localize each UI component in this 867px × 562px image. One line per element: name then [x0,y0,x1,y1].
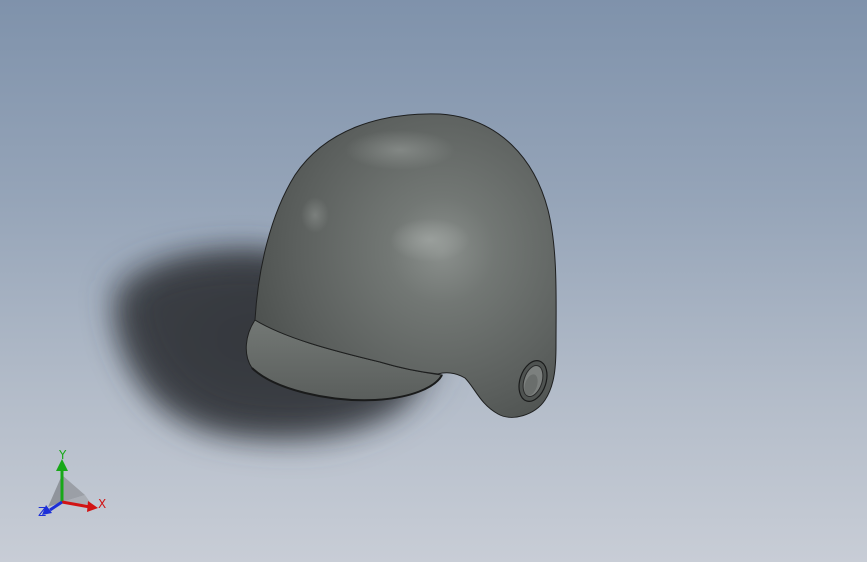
model-scene [109,113,557,450]
x-axis-arrow-icon [87,501,98,512]
graphics-viewport[interactable]: X Y Z [0,0,867,562]
helmet-model[interactable] [245,113,557,418]
triad-x-label: X [98,497,107,511]
triad-y-label: Y [59,448,67,462]
orientation-triad[interactable]: X Y Z [30,445,120,525]
triad-z-label: Z [38,505,47,519]
